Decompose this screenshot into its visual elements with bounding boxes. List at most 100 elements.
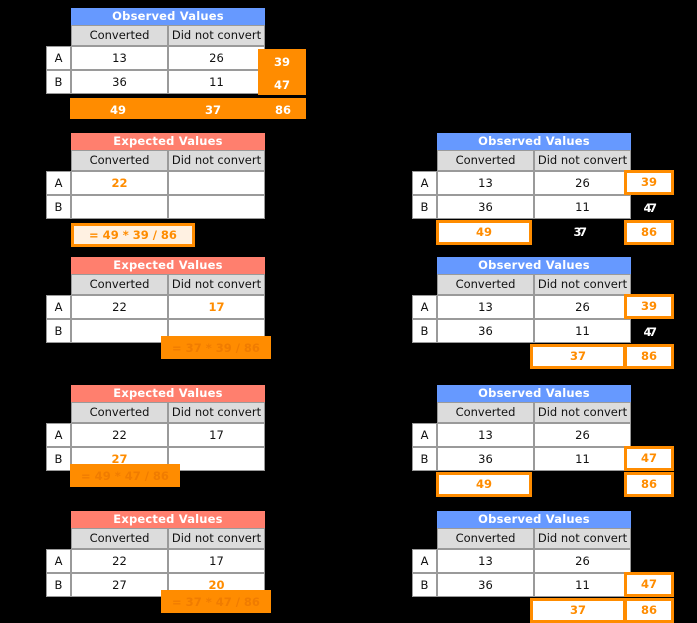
observed-col-total-did-not-convert: 37 [166,98,260,119]
corner-spacer [46,274,71,295]
observed-col-total-converted: 49 [436,472,532,497]
expected-title: Expected Values [71,511,265,528]
row-label-b: B [412,573,437,597]
row-label-b: B [412,447,437,471]
table-row: A 22 17 [46,295,265,319]
observed-grand-total: 86 [624,220,674,245]
observed-table: Observed Values Converted Did not conver… [412,511,631,597]
corner-spacer [46,385,71,402]
observed-title: Observed Values [437,257,631,274]
observed-b-converted: 36 [437,447,534,471]
column-header-converted: Converted [437,528,534,549]
observed-b-did-not-convert: 11 [534,573,631,597]
formula-box: = 49 * 39 / 86 [71,223,195,247]
table-row: A 22 17 [46,423,265,447]
row-label-a: A [46,295,71,319]
observed-a-converted: 13 [437,171,534,195]
observed-table: Observed Values Converted Did not conver… [412,133,631,219]
observed-title: Observed Values [437,133,631,150]
column-header-did-not-convert: Did not convert [534,528,631,549]
expected-b-converted: 27 [71,573,168,597]
column-header-did-not-convert: Did not convert [168,528,265,549]
expected-a-converted: 22 [71,171,168,195]
expected-table: Expected Values Converted Did not conver… [46,511,265,597]
observed-col-total-did-not-convert: 37 [530,598,626,623]
observed-col-total-converted: 49 [70,98,166,119]
row-label-b: B [46,573,71,597]
column-header-converted: Converted [437,274,534,295]
table-row: A 22 [46,171,265,195]
corner-spacer [412,150,437,171]
column-header-did-not-convert: Did not convert [168,25,265,46]
table-row: B 36 11 [412,319,631,343]
table-row: B 36 11 [412,573,631,597]
expected-b-did-not-convert [168,195,265,219]
observed-b-converted: 36 [437,319,534,343]
table-row: A 13 26 [412,549,631,573]
table-row: A 13 26 [412,171,631,195]
observed-b-did-not-convert: 11 [168,70,265,94]
observed-b-converted: 36 [437,195,534,219]
observed-b-did-not-convert: 11 [534,447,631,471]
expected-a-did-not-convert: 17 [168,549,265,573]
expected-panel-step-1: Expected Values Converted Did not conver… [46,133,265,247]
expected-b-converted [71,319,168,343]
observed-a-converted: 13 [71,46,168,70]
observed-table: Observed Values Converted Did not conver… [412,385,631,471]
observed-col-total-converted: 49 [436,220,532,245]
row-label-a: A [412,295,437,319]
corner-spacer [412,511,437,528]
observed-row-total-a: 39 [624,294,674,319]
column-header-did-not-convert: Did not convert [168,274,265,295]
expected-table: Expected Values Converted Did not conver… [46,385,265,471]
table-row: B 36 11 [412,447,631,471]
column-header-converted: Converted [437,402,534,423]
table-row: A 22 17 [46,549,265,573]
expected-title: Expected Values [71,257,265,274]
corner-spacer [46,528,71,549]
expected-panel-step-3: Expected Values Converted Did not conver… [46,385,265,487]
column-header-did-not-convert: Did not convert [534,402,631,423]
observed-a-did-not-convert: 26 [168,46,265,70]
observed-a-converted: 13 [437,549,534,573]
row-label-b: B [46,195,71,219]
observed-a-converted: 13 [437,295,534,319]
observed-b-converted: 36 [71,70,168,94]
column-header-converted: Converted [71,528,168,549]
expected-table: Expected Values Converted Did not conver… [46,257,265,343]
expected-panel-step-2: Expected Values Converted Did not conver… [46,257,271,359]
row-label-b: B [412,319,437,343]
column-header-did-not-convert: Did not convert [534,150,631,171]
observed-col-total-did-not-convert: 37 [530,344,626,369]
observed-grand-total: 86 [624,472,674,497]
corner-spacer [412,133,437,150]
corner-spacer [412,385,437,402]
table-row: A 13 26 [46,46,265,70]
observed-a-did-not-convert: 26 [534,423,631,447]
row-label-b: B [46,70,71,94]
expected-title: Expected Values [71,385,265,402]
row-label-b: B [46,319,71,343]
column-header-converted: Converted [71,25,168,46]
corner-spacer [412,528,437,549]
row-label-b: B [46,447,71,471]
observed-row-total-a: 39 [258,49,306,72]
table-row: B [46,195,265,219]
expected-a-did-not-convert: 17 [168,295,265,319]
observed-a-did-not-convert: 26 [534,549,631,573]
corner-spacer [412,274,437,295]
corner-spacer [46,257,71,274]
expected-a-did-not-convert [168,171,265,195]
observed-row-total-b: 47 [624,446,674,471]
corner-spacer [46,402,71,423]
observed-table: Observed Values Converted Did not conver… [46,8,265,94]
corner-spacer [46,25,71,46]
observed-grand-total: 86 [624,344,674,369]
table-row: B 36 11 [412,195,631,219]
corner-spacer [46,8,71,25]
expected-b-converted [71,195,168,219]
column-header-did-not-convert: Did not convert [168,402,265,423]
column-header-converted: Converted [71,402,168,423]
row-label-a: A [412,549,437,573]
observed-row-total-b: 47 [643,201,657,215]
